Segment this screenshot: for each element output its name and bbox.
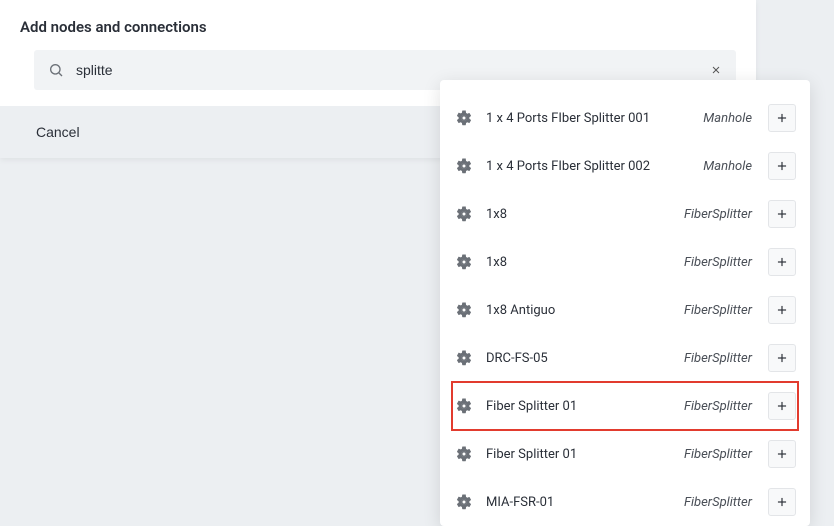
search-icon <box>46 60 66 80</box>
result-name: 1x8 Antiguo <box>486 303 672 318</box>
result-row[interactable]: DRC-FS-05 FiberSplitter <box>452 334 798 382</box>
result-name: 1x8 <box>486 255 672 270</box>
result-type: Manhole <box>703 111 752 126</box>
result-row[interactable]: 1 x 4 Ports FIber Splitter 002 Manhole <box>452 142 798 190</box>
add-button[interactable] <box>768 392 796 420</box>
result-type: FiberSplitter <box>684 303 752 318</box>
result-name: 1x8 <box>486 207 672 222</box>
gear-icon <box>454 204 474 224</box>
result-row[interactable]: MIA-FSR-01 FiberSplitter <box>452 478 798 526</box>
result-type: FiberSplitter <box>684 351 752 366</box>
result-name: 1 x 4 Ports FIber Splitter 001 <box>486 111 691 126</box>
add-button[interactable] <box>768 152 796 180</box>
result-name: MIA-FSR-01 <box>486 495 672 510</box>
add-button[interactable] <box>768 200 796 228</box>
add-button[interactable] <box>768 104 796 132</box>
gear-icon <box>454 396 474 416</box>
result-name: DRC-FS-05 <box>486 351 672 366</box>
gear-icon <box>454 444 474 464</box>
result-type: FiberSplitter <box>684 207 752 222</box>
gear-icon <box>454 300 474 320</box>
result-row[interactable]: 1x8 Antiguo FiberSplitter <box>452 286 798 334</box>
gear-icon <box>454 348 474 368</box>
result-name: 1 x 4 Ports FIber Splitter 002 <box>486 159 691 174</box>
result-type: FiberSplitter <box>684 255 752 270</box>
add-button[interactable] <box>768 344 796 372</box>
add-button[interactable] <box>768 296 796 324</box>
results-dropdown: 1 x 4 Ports FIber Splitter 001Manhole1 x… <box>440 80 810 526</box>
result-row[interactable]: Fiber Splitter 01 FiberSplitter <box>452 382 798 430</box>
add-button[interactable] <box>768 488 796 516</box>
result-name: Fiber Splitter 01 <box>486 399 672 414</box>
gear-icon <box>454 156 474 176</box>
result-row[interactable]: 1x8 FiberSplitter <box>452 238 798 286</box>
result-row[interactable]: 1 x 4 Ports FIber Splitter 001 Manhole <box>452 94 798 142</box>
gear-icon <box>454 252 474 272</box>
result-row[interactable]: 1x8 FiberSplitter <box>452 190 798 238</box>
cancel-button[interactable]: Cancel <box>34 120 82 144</box>
result-type: Manhole <box>703 159 752 174</box>
add-button[interactable] <box>768 248 796 276</box>
search-input[interactable] <box>76 62 698 78</box>
clear-search-button[interactable] <box>708 62 724 78</box>
result-type: FiberSplitter <box>684 447 752 462</box>
gear-icon <box>454 492 474 512</box>
result-name: Fiber Splitter 01 <box>486 447 672 462</box>
result-row[interactable]: Fiber Splitter 01 FiberSplitter <box>452 430 798 478</box>
result-type: FiberSplitter <box>684 495 752 510</box>
result-type: FiberSplitter <box>684 399 752 414</box>
dialog-title: Add nodes and connections <box>0 0 756 50</box>
add-button[interactable] <box>768 440 796 468</box>
gear-icon <box>454 108 474 128</box>
